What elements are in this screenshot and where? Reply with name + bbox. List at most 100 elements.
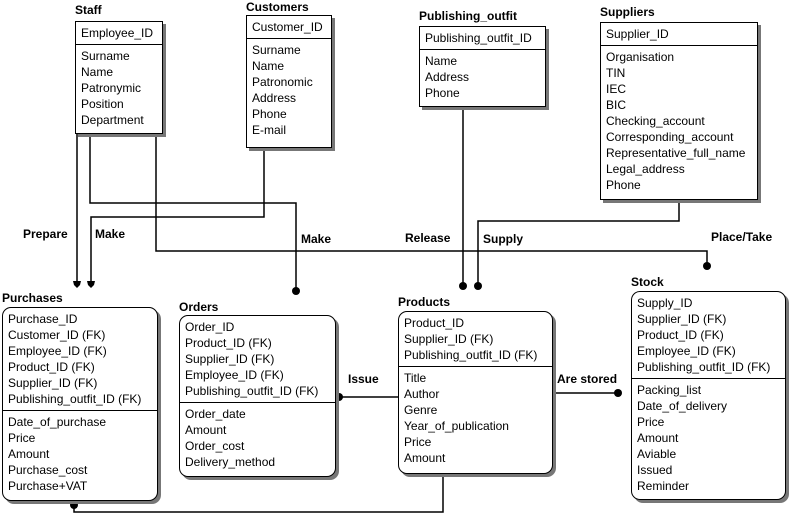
- attribute: Department: [81, 113, 144, 127]
- attribute: Representative_full_name: [606, 146, 746, 160]
- relationship-label: Make: [95, 227, 126, 241]
- primary-key-section: Publishing_outfit_ID: [420, 27, 545, 50]
- attribute-section: Surname Name Patronomic Address Phone E-mail: [247, 39, 331, 141]
- attribute-section: Date_of_purchase Price Amount Purchase_cost…: [3, 411, 157, 497]
- attribute: Date_of_delivery: [637, 399, 728, 413]
- attribute: Packing_list: [637, 383, 702, 397]
- entity-customers[interactable]: Customer_ID Surname Name Patronomic Address P…: [246, 15, 332, 148]
- many-cardinality-marker: [87, 281, 95, 288]
- key-attribute: Product_ID: [404, 316, 465, 330]
- many-cardinality-dot: [614, 389, 622, 397]
- key-attribute: Employee_ID (FK): [185, 368, 284, 382]
- attribute: Corresponding_account: [606, 130, 734, 144]
- attribute: Address: [425, 70, 470, 84]
- many-cardinality-dot: [703, 262, 711, 270]
- key-attribute: Supplier_ID (FK): [637, 312, 727, 326]
- primary-key-section: Order_ID Product_ID (FK) Supplier_ID (FK) E…: [180, 316, 335, 403]
- attribute: Year_of_publication: [404, 419, 509, 433]
- many-cardinality-dot: [292, 287, 300, 295]
- attribute-section: Surname Name Patronymic Position Department: [76, 45, 162, 131]
- entity-title-products: Products: [398, 295, 451, 309]
- many-cardinality-dot: [70, 501, 78, 509]
- entity-purchases[interactable]: Purchase_ID Customer_ID (FK) Employee_ID (…: [2, 307, 158, 501]
- attribute: Phone: [425, 86, 460, 100]
- attribute: TIN: [606, 66, 626, 80]
- entity-orders[interactable]: Order_ID Product_ID (FK) Supplier_ID (FK) E…: [179, 315, 336, 477]
- entity-suppliers[interactable]: Supplier_ID Organisation TIN IEC BIC Checking…: [600, 22, 758, 200]
- key-attribute: Publishing_outfit_ID (FK): [404, 348, 538, 362]
- attribute: Name: [81, 65, 114, 79]
- entity-title-customers: Customers: [246, 0, 309, 14]
- relationship-label: Prepare: [23, 227, 68, 241]
- primary-key-section: Employee_ID: [76, 22, 162, 45]
- relationship-label: Place/Take: [711, 230, 773, 244]
- primary-key-section: Supplier_ID: [601, 23, 757, 46]
- attribute: Patronymic: [81, 81, 142, 95]
- entity-products[interactable]: Product_ID Supplier_ID (FK) Publishing_out…: [398, 311, 553, 474]
- primary-key-section: Product_ID Supplier_ID (FK) Publishing_out…: [399, 312, 552, 367]
- key-attribute: Publishing_outfit_ID (FK): [185, 384, 319, 398]
- attribute-section: Organisation TIN IEC BIC Checking_account Cor…: [601, 46, 757, 196]
- attribute: Date_of_purchase: [8, 415, 107, 429]
- key-attribute: Supplier_ID: [606, 27, 669, 41]
- attribute: Delivery_method: [185, 455, 276, 469]
- attribute: Surname: [252, 43, 301, 57]
- attribute: Reminder: [637, 479, 690, 493]
- key-attribute: Employee_ID: [81, 26, 154, 40]
- entity-staff[interactable]: Employee_ID Surname Name Patronymic Position…: [75, 21, 163, 134]
- attribute: Author: [404, 387, 440, 401]
- attribute: Checking_account: [606, 114, 705, 128]
- relationship-line-1: [90, 148, 265, 283]
- attribute: Amount: [8, 447, 50, 461]
- attribute: E-mail: [252, 123, 287, 137]
- attribute: Name: [252, 59, 285, 73]
- attribute: Aviable: [637, 447, 677, 461]
- entity-title-publishing_outfit: Publishing_outfit: [419, 9, 517, 23]
- key-attribute: Publishing_outfit_ID: [425, 31, 532, 45]
- attribute: Patronomic: [252, 75, 313, 89]
- attribute: Surname: [81, 49, 130, 63]
- primary-key-section: Customer_ID: [247, 16, 331, 39]
- attribute: Price: [404, 435, 432, 449]
- relationship-label: Supply: [483, 232, 524, 246]
- attribute: Amount: [404, 451, 446, 465]
- key-attribute: Publishing_outfit_ID (FK): [637, 360, 771, 374]
- attribute: Issued: [637, 463, 673, 477]
- entity-title-suppliers: Suppliers: [600, 5, 655, 19]
- attribute: Amount: [185, 423, 227, 437]
- entity-stock[interactable]: Supply_ID Supplier_ID (FK) Product_ID (FK)…: [631, 291, 786, 500]
- key-attribute: Supplier_ID (FK): [185, 352, 275, 366]
- key-attribute: Employee_ID (FK): [8, 344, 107, 358]
- attribute: Legal_address: [606, 162, 685, 176]
- relationship-line-2: [89, 134, 297, 291]
- key-attribute: Product_ID (FK): [8, 360, 95, 374]
- relationship-label: Release: [405, 231, 451, 245]
- key-attribute: Supply_ID: [637, 296, 693, 310]
- attribute: Price: [8, 431, 36, 445]
- entity-title-purchases: Purchases: [2, 291, 63, 305]
- many-cardinality-marker: [73, 281, 81, 288]
- attribute: Phone: [606, 178, 641, 192]
- many-cardinality-dot: [474, 282, 482, 290]
- relationship-label: Are stored: [557, 372, 618, 386]
- primary-key-section: Supply_ID Supplier_ID (FK) Product_ID (FK)…: [632, 292, 785, 379]
- key-attribute: Customer_ID: [252, 20, 323, 34]
- key-attribute: Publishing_outfit_ID (FK): [8, 392, 142, 406]
- entity-publishing_outfit[interactable]: Publishing_outfit_ID Name Address Phone: [419, 26, 546, 107]
- attribute: Amount: [637, 431, 679, 445]
- attribute: Purchase_cost: [8, 463, 88, 477]
- attribute-section: Name Address Phone: [420, 50, 545, 104]
- attribute: Position: [81, 97, 124, 111]
- attribute: Price: [637, 415, 665, 429]
- attribute: Genre: [404, 403, 438, 417]
- attribute-section: Title Author Genre Year_of_publication Price…: [399, 367, 552, 469]
- many-cardinality-dot: [459, 282, 467, 290]
- attribute: BIC: [606, 98, 627, 112]
- attribute: Name: [425, 54, 458, 68]
- key-attribute: Order_ID: [185, 320, 235, 334]
- key-attribute: Customer_ID (FK): [8, 328, 106, 342]
- primary-key-section: Purchase_ID Customer_ID (FK) Employee_ID (…: [3, 308, 157, 411]
- entity-title-staff: Staff: [75, 3, 102, 17]
- entity-title-orders: Orders: [179, 300, 219, 314]
- attribute: Phone: [252, 107, 287, 121]
